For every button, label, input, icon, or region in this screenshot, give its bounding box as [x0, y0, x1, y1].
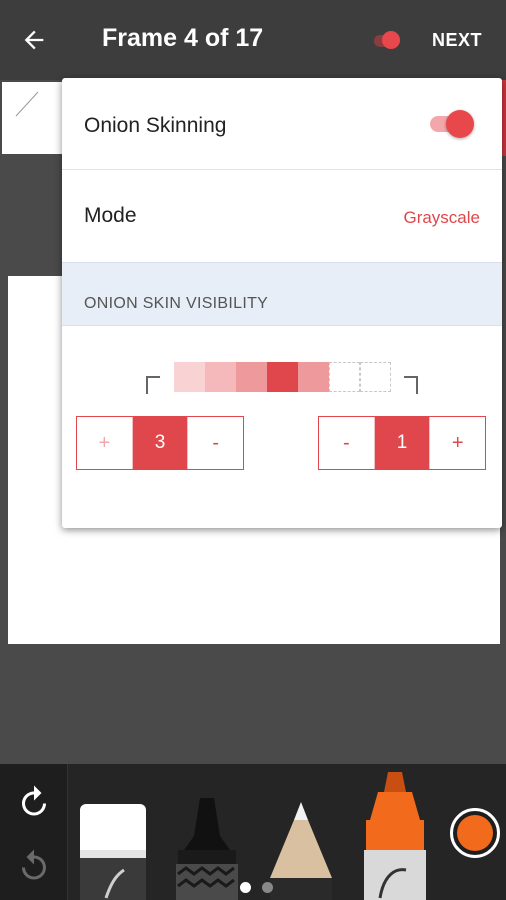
onion-visibility-strip: [172, 362, 392, 394]
page-dot[interactable]: [262, 882, 273, 893]
before-decrease-button[interactable]: -: [187, 417, 244, 469]
mode-label: Mode: [84, 204, 137, 227]
redo-icon: [22, 849, 46, 880]
marker-tool[interactable]: [174, 796, 240, 900]
onion-skinning-label: Onion Skinning: [84, 114, 227, 137]
after-bracket: [404, 376, 418, 394]
redo-button[interactable]: [16, 848, 52, 884]
page-dot-active[interactable]: [240, 882, 251, 893]
after-increase-button[interactable]: +: [429, 417, 486, 469]
record-dot-icon: [382, 31, 400, 49]
before-frame-cell-2: [205, 362, 236, 392]
after-frames-value: 1: [374, 417, 430, 469]
undo-button[interactable]: [16, 784, 52, 820]
eraser-tool[interactable]: [78, 800, 150, 900]
frame-thumbnail[interactable]: [2, 82, 64, 154]
tool-bar: [0, 764, 506, 900]
highlighter-tool[interactable]: [360, 770, 430, 900]
before-frames-value: 3: [132, 417, 188, 469]
after-frame-cell-3: [360, 362, 391, 392]
toggle-thumb: [446, 110, 474, 138]
visibility-section-title: ONION SKIN VISIBILITY: [84, 295, 269, 312]
after-frames-stepper: - 1 +: [318, 416, 486, 470]
color-picker-button[interactable]: [450, 808, 500, 858]
before-increase-button[interactable]: +: [77, 417, 133, 469]
eraser-icon: [80, 804, 146, 900]
next-button[interactable]: NEXT: [432, 30, 482, 51]
app-bar: Frame 4 of 17 NEXT: [0, 0, 506, 80]
highlighter-icon: [364, 772, 426, 900]
after-frame-cell-2: [329, 362, 360, 392]
after-frame-cell-1: [298, 362, 329, 392]
tool-page-indicator: [238, 882, 278, 894]
selected-color-swatch: [457, 815, 493, 851]
after-decrease-button[interactable]: -: [319, 417, 375, 469]
before-frames-stepper: + 3 -: [76, 416, 244, 470]
before-frame-cell-1: [236, 362, 267, 392]
sketch-stroke-icon: [15, 91, 39, 117]
back-button[interactable]: [14, 22, 54, 58]
visibility-section-header: ONION SKIN VISIBILITY: [62, 262, 502, 326]
mode-value[interactable]: Grayscale: [403, 208, 480, 228]
onion-skinning-toggle[interactable]: [426, 110, 476, 138]
current-frame-cell: [267, 362, 298, 392]
onion-skinning-row[interactable]: Onion Skinning: [62, 78, 502, 170]
before-bracket: [146, 376, 160, 394]
mode-row[interactable]: Mode Grayscale: [62, 170, 502, 262]
undo-icon: [22, 785, 46, 816]
marker-icon: [176, 798, 238, 900]
record-toggle[interactable]: [370, 30, 402, 50]
before-frame-cell-3: [174, 362, 205, 392]
arrow-left-icon: [24, 30, 44, 50]
page-title: Frame 4 of 17: [102, 24, 264, 52]
onion-skin-panel: Onion Skinning Mode Grayscale ONION SKIN…: [62, 78, 502, 528]
